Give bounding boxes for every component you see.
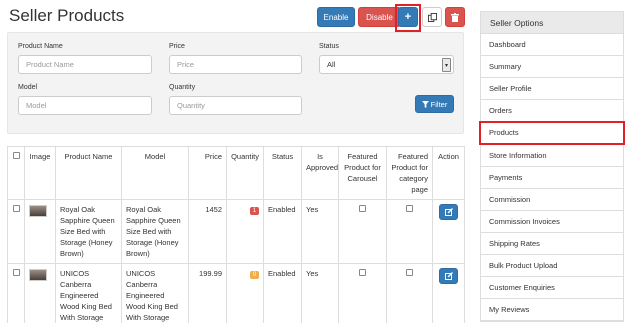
column-status[interactable]: Status xyxy=(263,146,302,200)
quantity-badge: 0 xyxy=(250,271,259,279)
products-table: Image Product Name Model Price Quantity … xyxy=(7,146,465,323)
chevron-down-icon: ▾ xyxy=(442,58,451,72)
row-checkbox[interactable] xyxy=(12,269,20,276)
sidebar-item-commission-invoices[interactable]: Commission Invoices xyxy=(481,210,623,233)
product-name-cell: UNICOS Canberra Engineered Wood King Bed… xyxy=(55,263,122,323)
column-featured-carousel: Featured Product for Carousel xyxy=(338,146,387,200)
product-quantity-cell: 0 xyxy=(226,263,264,323)
price-label: Price xyxy=(169,43,185,50)
sidebar-item-shipping-rates[interactable]: Shipping Rates xyxy=(481,232,623,255)
action-cell xyxy=(432,263,465,323)
filter-button[interactable]: Filter xyxy=(415,95,454,113)
product-quantity-cell: 1 xyxy=(226,199,264,264)
price-input[interactable]: Price xyxy=(169,55,302,74)
sidebar-item-summary[interactable]: Summary xyxy=(481,56,623,79)
product-name-cell: Royal Oak Sapphire Queen Size Bed with S… xyxy=(55,199,122,264)
sidebar-item-dashboard[interactable]: Dashboard xyxy=(481,34,623,57)
featured-carousel-cell xyxy=(338,199,387,264)
column-quantity[interactable]: Quantity xyxy=(226,146,264,200)
sidebar-item-payments[interactable]: Payments xyxy=(481,166,623,189)
add-button-highlight xyxy=(395,4,421,32)
featured-category-checkbox[interactable] xyxy=(406,205,413,212)
product-model-cell: UNICOS Canberra Engineered Wood King Bed… xyxy=(121,263,189,323)
edit-button[interactable] xyxy=(439,268,458,284)
select-all-checkbox[interactable] xyxy=(12,152,20,159)
sidebar-item-store-information[interactable]: Store Information xyxy=(481,144,623,167)
sidebar-item-customer-enquiries[interactable]: Customer Enquiries xyxy=(481,277,623,300)
sidebar-item-orders[interactable]: Orders xyxy=(481,100,623,123)
table-row: UNICOS Canberra Engineered Wood King Bed… xyxy=(7,263,465,323)
sidebar-title: Seller Options xyxy=(481,12,623,34)
row-checkbox-cell xyxy=(7,199,25,264)
page-title: Seller Products xyxy=(9,6,125,25)
product-image-cell xyxy=(24,263,56,323)
product-name-input[interactable]: Product Name xyxy=(18,55,152,74)
sidebar-item-bulk-product-upload[interactable]: Bulk Product Upload xyxy=(481,254,623,278)
featured-carousel-checkbox[interactable] xyxy=(359,269,366,276)
product-thumbnail xyxy=(29,269,47,281)
filter-button-label: Filter xyxy=(430,99,448,109)
edit-button[interactable] xyxy=(439,204,458,220)
quantity-label: Quantity xyxy=(169,84,196,91)
model-label: Model xyxy=(18,84,38,91)
delete-button[interactable] xyxy=(445,7,465,27)
edit-icon xyxy=(444,208,453,216)
trash-icon xyxy=(451,12,459,22)
copy-button[interactable] xyxy=(422,7,442,27)
row-checkbox-cell xyxy=(7,263,25,323)
product-name-label: Product Name xyxy=(18,43,63,50)
product-status-cell: Enabled xyxy=(263,199,302,264)
column-model[interactable]: Model xyxy=(121,146,189,200)
product-model-cell: Royal Oak Sapphire Queen Size Bed with S… xyxy=(121,199,189,264)
model-input[interactable]: Model xyxy=(18,96,152,115)
column-is-approved: Is Approved xyxy=(301,146,339,200)
products-item-highlight xyxy=(479,121,625,145)
product-price-cell: 1452 xyxy=(188,199,227,264)
column-product-name[interactable]: Product Name xyxy=(55,146,122,200)
sidebar-item-my-reviews[interactable]: My Reviews xyxy=(481,299,623,322)
action-cell xyxy=(432,199,465,264)
featured-category-cell xyxy=(386,263,433,323)
status-select-value: All xyxy=(327,60,336,69)
edit-icon xyxy=(444,272,453,280)
column-action: Action xyxy=(432,146,465,200)
enable-button[interactable]: Enable xyxy=(317,7,355,27)
status-label: Status xyxy=(319,43,339,50)
column-image: Image xyxy=(24,146,56,200)
seller-options-sidebar: Seller Options Dashboard Summary Seller … xyxy=(480,11,624,323)
product-image-cell xyxy=(24,199,56,264)
featured-carousel-checkbox[interactable] xyxy=(359,205,366,212)
featured-carousel-cell xyxy=(338,263,387,323)
filter-panel: Product Name Product Name Price Price St… xyxy=(7,32,464,134)
table-row: Royal Oak Sapphire Queen Size Bed with S… xyxy=(7,199,465,264)
quantity-input[interactable]: Quantity xyxy=(169,96,302,115)
product-approved-cell: Yes xyxy=(301,263,339,323)
table-header-row: Image Product Name Model Price Quantity … xyxy=(7,146,465,200)
product-status-cell: Enabled xyxy=(263,263,302,323)
column-featured-category: Featured Product for category page xyxy=(386,146,433,200)
sidebar-item-seller-profile[interactable]: Seller Profile xyxy=(481,78,623,101)
quantity-badge: 1 xyxy=(250,207,259,215)
featured-category-cell xyxy=(386,199,433,264)
copy-icon xyxy=(427,12,437,22)
column-price[interactable]: Price xyxy=(188,146,227,200)
status-select[interactable]: All ▾ xyxy=(319,55,454,74)
filter-icon xyxy=(421,100,429,108)
select-all-checkbox-cell xyxy=(7,146,25,200)
product-approved-cell: Yes xyxy=(301,199,339,264)
row-checkbox[interactable] xyxy=(12,205,20,212)
featured-category-checkbox[interactable] xyxy=(406,269,413,276)
product-thumbnail xyxy=(29,205,47,217)
product-price-cell: 199.99 xyxy=(188,263,227,323)
sidebar-item-commission[interactable]: Commission xyxy=(481,188,623,211)
